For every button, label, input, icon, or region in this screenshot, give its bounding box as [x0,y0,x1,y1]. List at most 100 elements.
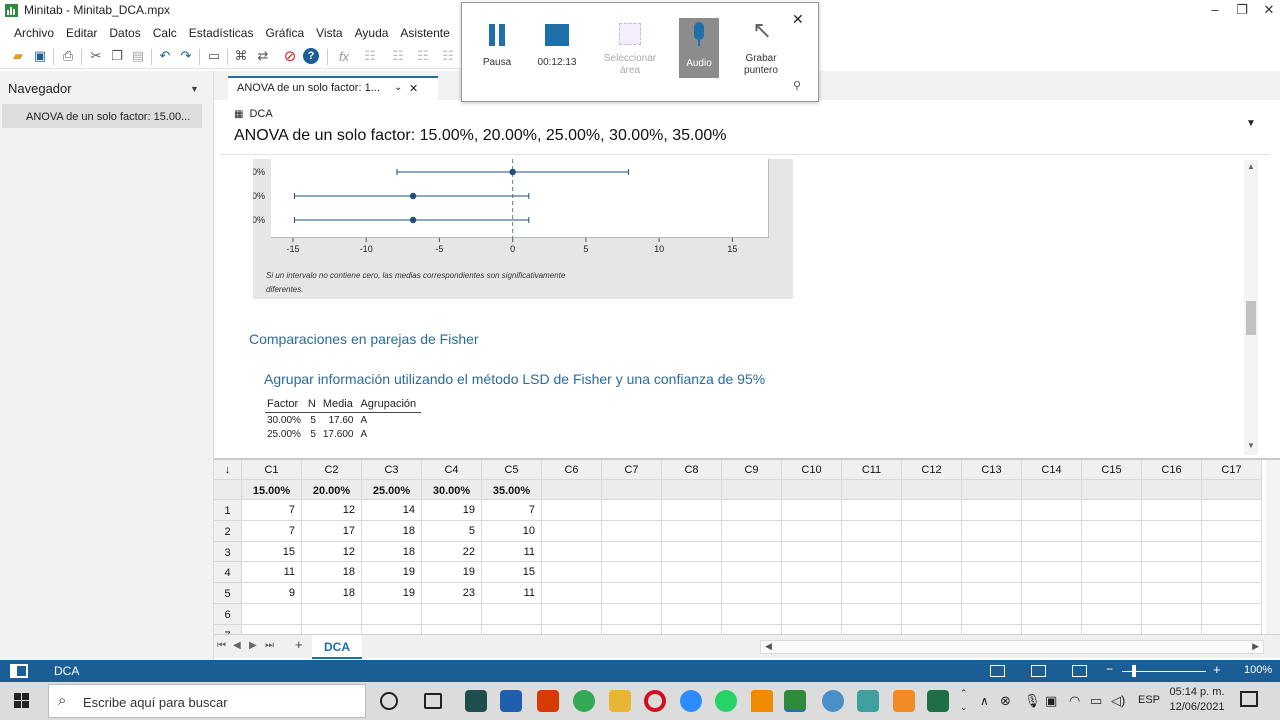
data-cell[interactable] [662,562,722,584]
data-cell[interactable]: 10 [482,520,542,542]
scroll-right-icon[interactable]: ▶ [1252,641,1259,652]
data-cell[interactable]: 19 [362,562,422,584]
output-scrollbar[interactable]: ▲ ▼ [1244,160,1258,455]
data-cell[interactable] [1202,583,1262,604]
data-cell[interactable]: 15 [242,541,302,563]
next-sheet-icon[interactable]: ▶ [249,640,257,651]
data-cell[interactable] [1142,604,1202,625]
output-collapse-icon[interactable]: ▼ [1246,118,1256,129]
network-app-icon[interactable] [857,690,879,712]
zoom-slider-thumb[interactable] [1132,665,1136,677]
data-cell[interactable] [1202,520,1262,542]
data-cell[interactable]: 17 [302,520,362,542]
data-cell[interactable] [602,604,662,625]
recorder-close-icon[interactable]: ✕ [792,11,804,28]
opera-icon[interactable] [644,690,666,712]
tray-battery-icon[interactable]: ▭ [1090,693,1102,709]
data-cell[interactable] [902,604,962,625]
column-header[interactable]: C13 [962,460,1022,480]
menu-asistente[interactable]: Asistente [394,23,455,40]
row-header[interactable]: 3 [214,541,242,563]
minitab-taskbar-icon[interactable] [784,690,806,712]
data-cell[interactable]: 7 [242,520,302,542]
data-cell[interactable] [422,604,482,625]
menu-datos[interactable]: Datos [103,23,146,40]
column-name-cell[interactable] [782,480,842,500]
column-header[interactable]: C3 [362,460,422,480]
data-cell[interactable] [302,604,362,625]
data-cell[interactable] [722,604,782,625]
function-icon[interactable]: fx [335,47,353,65]
data-cell[interactable]: 11 [482,583,542,604]
data-cell[interactable] [542,541,602,563]
data-cell[interactable]: 14 [362,500,422,521]
menu-vista[interactable]: Vista [310,23,348,40]
data-cell[interactable] [902,500,962,521]
column-name-cell[interactable] [662,480,722,500]
row-header[interactable]: 6 [214,604,242,625]
row-header[interactable]: 2 [214,520,242,542]
column-header[interactable]: C17 [1202,460,1262,480]
task-view-icon[interactable] [424,693,442,709]
tray-volume-icon[interactable]: ◁) [1111,693,1125,709]
minimize-button[interactable]: – [1205,2,1225,17]
column-header[interactable]: C12 [902,460,962,480]
tray-wifi-icon[interactable]: ◠ [1069,693,1080,709]
row-header[interactable]: 1 [214,500,242,521]
menu-calc[interactable]: Calc [147,23,183,40]
data-cell[interactable] [962,541,1022,563]
restore-button[interactable]: ❐ [1232,2,1252,18]
data-cell[interactable] [1082,541,1142,563]
window-icon[interactable]: ▭ [205,47,223,65]
column-name-cell[interactable]: 25.00% [362,480,422,500]
data-cell[interactable] [842,500,902,521]
column-header[interactable]: C9 [722,460,782,480]
column-header[interactable]: C4 [422,460,482,480]
undo-icon[interactable]: ↶ [156,47,174,65]
data-cell[interactable]: 15 [482,562,542,584]
data-cell[interactable]: 19 [422,500,482,521]
word-icon[interactable] [500,690,522,712]
open-folder-icon[interactable]: ▰ [9,47,27,65]
data-cell[interactable] [1202,541,1262,563]
column-name-cell[interactable] [542,480,602,500]
column-header[interactable]: C5 [482,460,542,480]
data-cell[interactable] [662,541,722,563]
data-cell[interactable] [842,520,902,542]
row-header[interactable]: 5 [214,583,242,604]
data-cell[interactable] [662,583,722,604]
move-columns-icon[interactable]: ☷ [439,47,457,65]
insert-rows-icon[interactable]: ☷ [389,47,407,65]
data-cell[interactable] [1142,562,1202,584]
column-name-cell[interactable] [962,480,1022,500]
data-cell[interactable]: 18 [362,541,422,563]
menu-ayuda[interactable]: Ayuda [349,23,395,40]
cortana-icon[interactable] [380,692,398,710]
data-cell[interactable] [722,520,782,542]
data-cell[interactable] [842,583,902,604]
column-header[interactable]: C6 [542,460,602,480]
redo-icon[interactable]: ↷ [177,47,195,65]
paste-icon[interactable]: ▤ [129,47,147,65]
data-cell[interactable] [962,500,1022,521]
replace-icon[interactable]: ⇄ [254,47,272,65]
column-header[interactable]: C11 [842,460,902,480]
data-cell[interactable] [1022,562,1082,584]
data-cell[interactable]: 22 [422,541,482,563]
data-cell[interactable] [602,541,662,563]
data-cell[interactable] [902,520,962,542]
data-cell[interactable] [962,583,1022,604]
find-binoculars-icon[interactable]: ⌘ [232,47,250,65]
pin-icon[interactable]: ⚲ [793,79,801,92]
output-view-icon[interactable] [1072,665,1087,677]
data-cell[interactable] [782,541,842,563]
excel-icon[interactable] [927,690,949,712]
data-cell[interactable]: 18 [302,562,362,584]
data-cell[interactable] [1142,541,1202,563]
worksheet-view-icon[interactable] [990,665,1005,677]
last-sheet-icon[interactable]: ⏭ [265,640,274,651]
data-cell[interactable] [542,604,602,625]
data-cell[interactable]: 11 [242,562,302,584]
add-sheet-button[interactable]: + [295,637,303,652]
data-cell[interactable]: 23 [422,583,482,604]
